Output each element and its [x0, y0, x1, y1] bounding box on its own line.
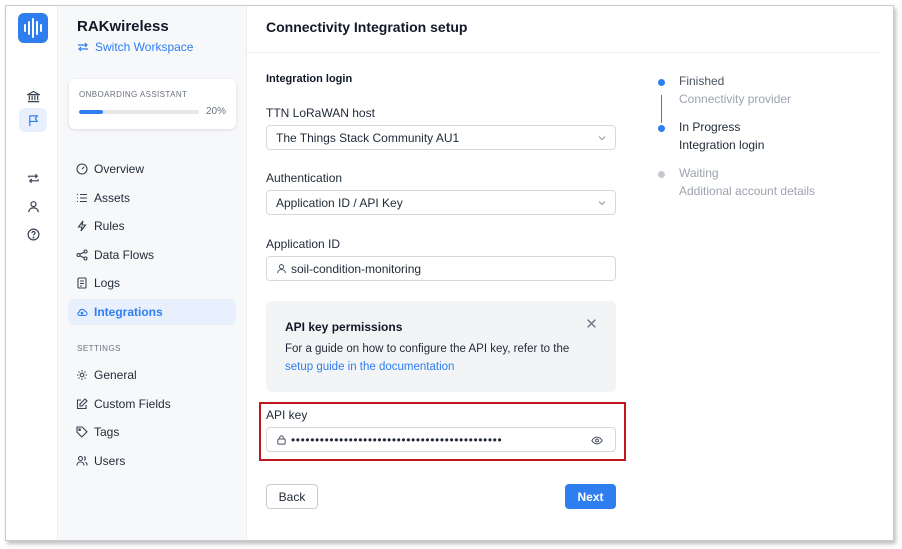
step-dot-finished	[658, 79, 665, 86]
onboarding-assistant-card[interactable]: ONBOARDING ASSISTANT 20%	[69, 79, 236, 129]
api-key-label: API key	[266, 408, 308, 422]
back-button[interactable]: Back	[266, 484, 318, 509]
lock-icon	[277, 435, 286, 445]
nav-item-data-flows[interactable]: Data Flows	[68, 242, 236, 268]
auth-select-value: Application ID / API Key	[276, 195, 403, 210]
app-window: RAKwireless Switch Workspace ONBOARDING …	[5, 5, 894, 541]
nav-item-label: Rules	[94, 219, 125, 233]
user-icon[interactable]	[19, 194, 47, 218]
app-logo-icon[interactable]	[18, 13, 48, 43]
nav-item-label: Custom Fields	[94, 397, 171, 411]
step-status: Finished	[679, 74, 725, 88]
step-dot-in-progress	[658, 125, 665, 132]
api-key-permissions-callout: API key permissions For a guide on how t…	[266, 301, 616, 392]
setup-steps: Finished Connectivity provider In Progre…	[657, 74, 877, 214]
callout-title: API key permissions	[285, 320, 403, 334]
nav-item-tags[interactable]: Tags	[68, 419, 236, 445]
step-status: Waiting	[679, 166, 719, 180]
share-icon	[76, 249, 88, 261]
auth-label: Authentication	[266, 171, 343, 185]
setup-guide-link[interactable]: setup guide in the documentation	[285, 361, 454, 373]
host-select[interactable]: The Things Stack Community AU1	[266, 125, 616, 150]
nav-item-overview[interactable]: Overview	[68, 156, 236, 182]
auth-select[interactable]: Application ID / API Key	[266, 190, 616, 215]
app-id-input[interactable]: soil-condition-monitoring	[266, 256, 616, 281]
app-id-label: Application ID	[266, 237, 341, 251]
nav-item-label: Assets	[94, 191, 131, 205]
bank-icon[interactable]	[19, 84, 47, 108]
step-dot-waiting	[658, 171, 665, 178]
close-icon[interactable]	[586, 318, 597, 329]
step-name: Additional account details	[679, 184, 816, 198]
next-button[interactable]: Next	[565, 484, 616, 509]
nav-item-label: Data Flows	[94, 248, 155, 262]
nav-item-label: Users	[94, 454, 126, 468]
chevron-down-icon	[598, 136, 606, 141]
nav-item-custom-fields[interactable]: Custom Fields	[68, 391, 236, 417]
users-icon	[76, 455, 88, 466]
onboarding-percent: 20%	[205, 106, 226, 117]
nav-item-label: Overview	[94, 162, 145, 176]
nav-item-rules[interactable]: Rules	[68, 213, 236, 239]
nav-item-label: Tags	[94, 425, 120, 439]
cloud-icon	[77, 308, 88, 317]
chevron-down-icon	[598, 201, 606, 206]
nav-item-logs[interactable]: Logs	[68, 270, 236, 296]
step-name: Connectivity provider	[679, 92, 792, 106]
nav-item-label: Integrations	[94, 305, 163, 319]
page-title: Connectivity Integration setup	[266, 19, 468, 35]
repeat-icon[interactable]	[19, 166, 47, 190]
switch-workspace-link[interactable]: Switch Workspace	[77, 40, 193, 54]
nav-item-label: General	[94, 368, 137, 382]
icon-rail	[6, 6, 58, 540]
tag-icon	[76, 426, 88, 438]
switch-workspace-label: Switch Workspace	[95, 40, 194, 54]
step-connector	[661, 95, 662, 123]
nav-item-general[interactable]: General	[68, 362, 236, 388]
document-icon	[77, 277, 87, 289]
nav-item-label: Logs	[94, 276, 121, 290]
gear-icon	[77, 370, 87, 380]
onboarding-progress-fill	[79, 110, 103, 114]
org-name: RAKwireless	[77, 18, 169, 35]
host-select-value: The Things Stack Community AU1	[276, 130, 460, 145]
callout-text: For a guide on how to configure the API …	[285, 343, 570, 355]
api-key-input[interactable]: ••••••••••••••••••••••••••••••••••••••••…	[266, 427, 616, 452]
flag-icon[interactable]	[19, 108, 47, 132]
edit-icon	[76, 398, 88, 410]
onboarding-title: ONBOARDING ASSISTANT	[79, 90, 188, 99]
callout-body: For a guide on how to configure the API …	[285, 340, 595, 376]
swap-icon	[78, 42, 88, 52]
onboarding-progress-bar	[79, 110, 199, 114]
help-icon[interactable]	[19, 222, 47, 246]
nav-item-integrations[interactable]: Integrations	[68, 299, 236, 325]
nav-item-users[interactable]: Users	[68, 448, 236, 474]
nav-item-assets[interactable]: Assets	[68, 185, 236, 211]
settings-section-label: SETTINGS	[77, 344, 122, 353]
gauge-icon	[76, 163, 88, 175]
step-status: In Progress	[679, 120, 741, 134]
api-key-value: ••••••••••••••••••••••••••••••••••••••••…	[291, 432, 503, 447]
main-content: Connectivity Integration setup Integrati…	[247, 6, 893, 540]
section-title: Integration login	[266, 73, 353, 85]
user-icon	[277, 264, 286, 274]
step-name: Integration login	[679, 138, 765, 152]
eye-icon[interactable]	[591, 435, 603, 446]
host-label: TTN LoRaWAN host	[266, 106, 375, 120]
header-divider	[247, 52, 881, 53]
list-icon	[77, 193, 87, 203]
sidebar: RAKwireless Switch Workspace ONBOARDING …	[58, 6, 247, 540]
app-id-value: soil-condition-monitoring	[291, 261, 422, 276]
bolt-icon	[77, 220, 87, 232]
